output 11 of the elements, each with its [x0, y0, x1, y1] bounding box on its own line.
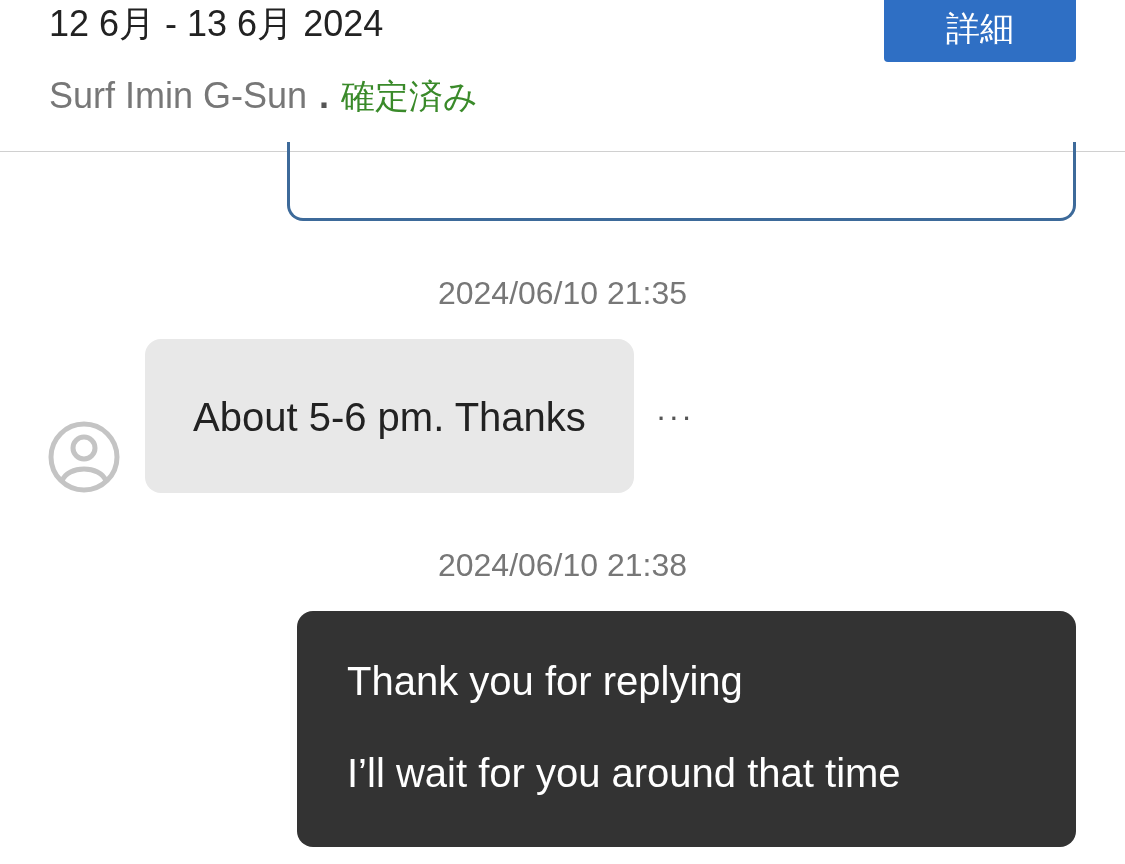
separator-dot: .: [319, 76, 330, 116]
booking-status: 確定済み: [341, 76, 479, 116]
booking-dates: 12 6月 - 13 6月 2024: [49, 4, 385, 44]
message-bubble: Thank you for replying I’ll wait for you around that time: [297, 611, 1076, 847]
message-time: 2024/06/10 21:38: [436, 546, 689, 585]
avatar-icon: [48, 421, 120, 493]
more-options[interactable]: ···: [655, 397, 694, 435]
host-name: Surf Imin G-Sun: [49, 76, 308, 116]
details-button[interactable]: 詳細: [884, 0, 1076, 62]
message-bubble: About 5-6 pm. Thanks: [145, 339, 634, 493]
message-time: 2024/06/10 21:35: [436, 274, 689, 313]
